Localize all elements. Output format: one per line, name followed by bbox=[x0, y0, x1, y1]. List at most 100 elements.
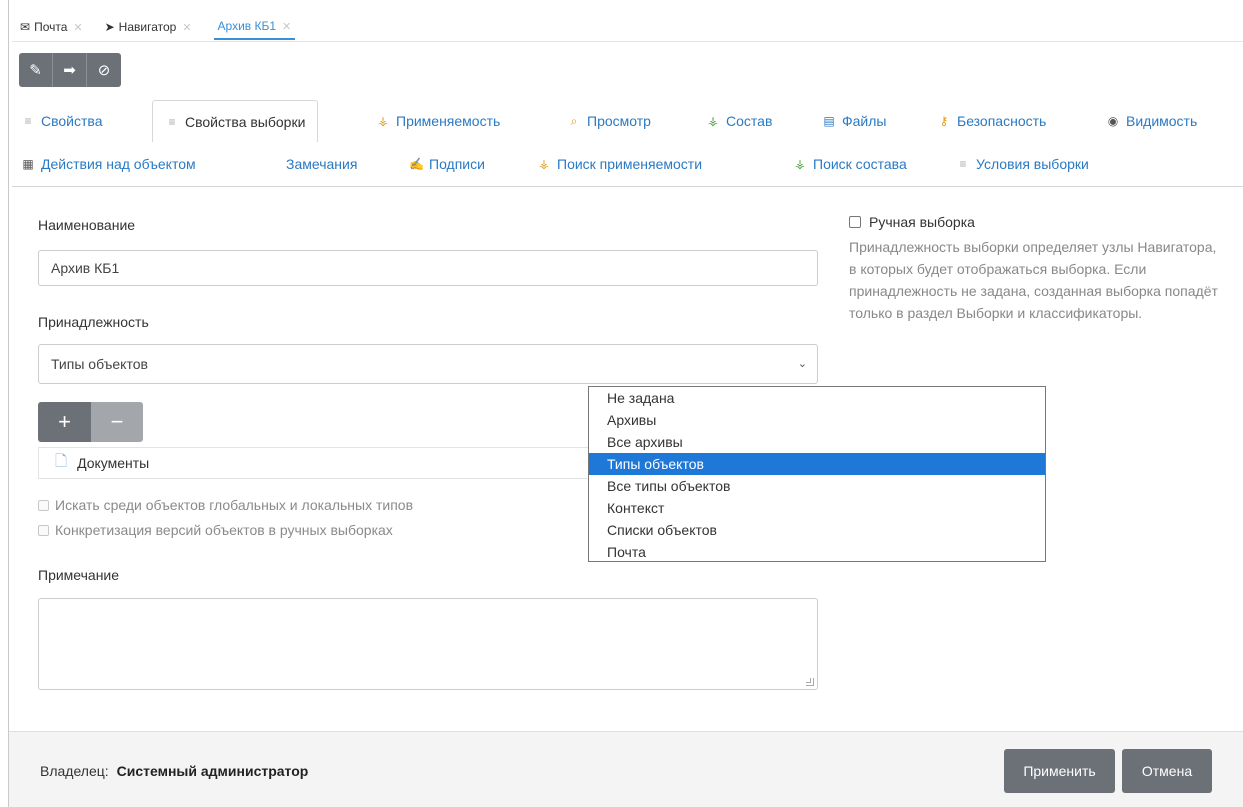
tab-selection-properties[interactable]: ≡ Свойства выборки bbox=[152, 100, 319, 142]
tab-composition-search[interactable]: ⚶ Поиск состава bbox=[793, 146, 907, 182]
doc-tab-label: Навигатор bbox=[118, 20, 177, 34]
pencil-icon: ✎ bbox=[29, 62, 42, 79]
doc-tab-archive[interactable]: Архив КБ1 ✕ bbox=[213, 14, 296, 40]
doc-tab-navigator[interactable]: ➤ Навигатор ✕ bbox=[105, 14, 192, 40]
tab-object-actions[interactable]: ▦ Действия над объектом bbox=[21, 146, 196, 182]
manual-selection-panel: Ручная выборка Принадлежность выборки оп… bbox=[849, 214, 1219, 324]
document-icon: 🗋 bbox=[55, 452, 68, 470]
hierarchy-icon: ⚶ bbox=[707, 114, 719, 128]
close-icon[interactable]: ✕ bbox=[182, 21, 191, 34]
manual-selection-checkbox[interactable] bbox=[849, 216, 861, 228]
chevron-down-icon: ⌄ bbox=[797, 358, 807, 370]
apply-button[interactable]: Применить bbox=[1004, 749, 1115, 793]
tab-visibility[interactable]: ◉ Видимость bbox=[1106, 100, 1198, 142]
toolbar: ✎ ➡ ⊘ bbox=[19, 53, 121, 87]
footer-bar: Владелец: Системный администратор Примен… bbox=[9, 731, 1243, 807]
list-icon: ≡ bbox=[959, 157, 967, 171]
note-textarea[interactable] bbox=[38, 598, 818, 690]
document-tabs: ✉ Почта ✕ ➤ Навигатор ✕ Архив КБ1 ✕ bbox=[20, 14, 317, 42]
dropdown-option[interactable]: Почта bbox=[589, 541, 1045, 563]
add-remove-buttons: + − bbox=[38, 402, 143, 442]
key-icon: ⚷ bbox=[939, 114, 949, 128]
dropdown-option[interactable]: Контекст bbox=[589, 497, 1045, 519]
tab-label: Подписи bbox=[429, 156, 485, 172]
dropdown-option[interactable]: Архивы bbox=[589, 409, 1045, 431]
belong-select-value: Типы объектов bbox=[51, 356, 148, 372]
window-frame bbox=[8, 0, 9, 807]
tab-label: Условия выборки bbox=[976, 156, 1089, 172]
help-text: Принадлежность выборки определяет узлы Н… bbox=[849, 239, 1218, 321]
checkbox-label: Ручная выборка bbox=[869, 214, 975, 230]
tab-label: Поиск состава bbox=[813, 156, 907, 172]
edit-button[interactable]: ✎ bbox=[19, 53, 53, 87]
belong-dropdown-list: Не задана Архивы Все архивы Типы объекто… bbox=[588, 386, 1046, 562]
manual-selection-checkbox-row[interactable]: Ручная выборка bbox=[849, 214, 1219, 230]
envelope-icon: ✉ bbox=[20, 20, 31, 34]
note-label: Примечание bbox=[38, 567, 120, 583]
dropdown-option-selected[interactable]: Типы объектов bbox=[589, 453, 1045, 475]
tab-label: Просмотр bbox=[587, 113, 651, 129]
tab-label: Файлы bbox=[842, 113, 887, 129]
name-input[interactable]: Архив КБ1 bbox=[38, 250, 818, 286]
versions-checkbox[interactable] bbox=[38, 524, 49, 536]
resize-grip-icon[interactable] bbox=[806, 678, 814, 686]
tab-applicability-search[interactable]: ⚶ Поиск применяемости bbox=[537, 146, 702, 182]
belong-select[interactable]: Типы объектов ⌄ bbox=[38, 344, 818, 384]
arrow-right-icon: ➡ bbox=[63, 62, 76, 79]
name-label: Наименование bbox=[38, 217, 136, 233]
property-tabs-row-2: ▦ Действия над объектом Замечания ✍ Подп… bbox=[21, 146, 1243, 182]
tab-security[interactable]: ⚷ Безопасность bbox=[937, 100, 1047, 142]
tab-label: Свойства выборки bbox=[185, 113, 306, 130]
tab-files[interactable]: ▤ Файлы bbox=[822, 100, 886, 142]
tab-remarks[interactable]: Замечания bbox=[286, 146, 357, 182]
add-button[interactable]: + bbox=[38, 402, 91, 442]
tab-composition[interactable]: ⚶ Состав bbox=[706, 100, 772, 142]
list-item[interactable]: 🗋 Документы bbox=[38, 447, 590, 479]
close-icon[interactable]: ✕ bbox=[282, 20, 291, 33]
tab-label: Поиск применяемости bbox=[557, 156, 703, 172]
magnifier-icon: ⌕ bbox=[570, 113, 578, 128]
tab-label: Состав bbox=[726, 113, 773, 129]
file-icon: ▤ bbox=[823, 114, 835, 128]
name-input-value: Архив КБ1 bbox=[51, 260, 120, 276]
dropdown-option[interactable]: Все архивы bbox=[589, 431, 1045, 453]
property-tabs-row-1: ≡ Свойства ≡ Свойства выборки ⚶ Применяе… bbox=[21, 100, 1243, 142]
tab-label: Безопасность bbox=[957, 113, 1047, 129]
dropdown-option[interactable]: Списки объектов bbox=[589, 519, 1045, 541]
hierarchy-icon: ⚶ bbox=[794, 157, 806, 171]
tab-signatures[interactable]: ✍ Подписи bbox=[409, 146, 485, 182]
list-icon: ≡ bbox=[168, 114, 176, 129]
doc-tab-mail[interactable]: ✉ Почта ✕ bbox=[20, 14, 83, 40]
cancel-form-button[interactable]: Отмена bbox=[1122, 749, 1212, 793]
no-entry-icon: ⊘ bbox=[97, 62, 111, 79]
owner-info: Владелец: Системный администратор bbox=[40, 763, 308, 779]
belong-label: Принадлежность bbox=[38, 314, 149, 330]
doc-tab-label: Почта bbox=[34, 20, 68, 34]
global-types-checkbox[interactable] bbox=[38, 499, 49, 511]
list-item-label: Документы bbox=[77, 455, 150, 471]
eye-icon: ◉ bbox=[1107, 114, 1119, 128]
tab-label: Замечания bbox=[286, 156, 358, 172]
global-types-checkbox-row[interactable]: Искать среди объектов глобальных и локал… bbox=[38, 497, 413, 513]
tab-label: Видимость bbox=[1126, 113, 1198, 129]
remove-button[interactable]: − bbox=[91, 402, 143, 442]
close-icon[interactable]: ✕ bbox=[73, 21, 82, 34]
tab-view[interactable]: ⌕ Просмотр bbox=[567, 100, 651, 142]
dropdown-option[interactable]: Не задана bbox=[589, 387, 1045, 409]
checkbox-label: Искать среди объектов глобальных и локал… bbox=[55, 497, 414, 513]
tab-selection-conditions[interactable]: ≡ Условия выборки bbox=[956, 146, 1089, 182]
list-icon: ≡ bbox=[24, 114, 32, 128]
table-icon: ▦ bbox=[22, 157, 34, 171]
checkbox-label: Конкретизация версий объектов в ручных в… bbox=[55, 522, 393, 538]
versions-checkbox-row[interactable]: Конкретизация версий объектов в ручных в… bbox=[38, 522, 393, 538]
cancel-button[interactable]: ⊘ bbox=[87, 53, 121, 87]
signature-icon: ✍ bbox=[409, 157, 424, 171]
forward-button[interactable]: ➡ bbox=[53, 53, 87, 87]
tab-applicability[interactable]: ⚶ Применяемость bbox=[376, 100, 500, 142]
tab-label: Применяемость bbox=[396, 113, 501, 129]
dropdown-option[interactable]: Все типы объектов bbox=[589, 475, 1045, 497]
tab-properties[interactable]: ≡ Свойства bbox=[21, 100, 102, 142]
tab-label: Действия над объектом bbox=[41, 156, 196, 172]
owner-label: Владелец: bbox=[40, 763, 109, 779]
owner-value: Системный администратор bbox=[116, 763, 309, 779]
